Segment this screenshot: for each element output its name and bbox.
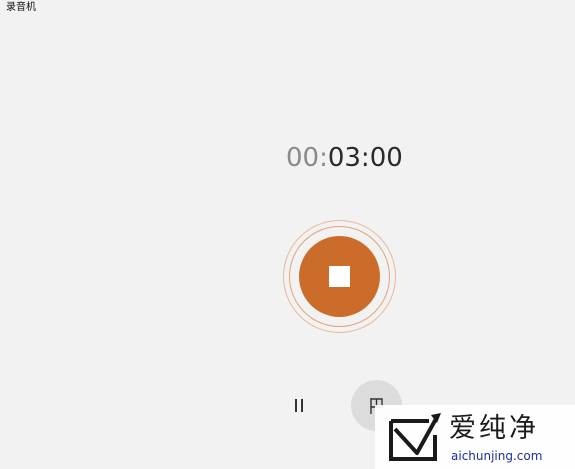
watermark: 爱纯净 aichunjing.com bbox=[375, 405, 575, 469]
stop-icon bbox=[329, 266, 350, 287]
timer-hours: 00: bbox=[286, 143, 328, 173]
title-bar[interactable]: 录音机 bbox=[0, 0, 575, 20]
timer-minutes-seconds: 03:00 bbox=[327, 143, 403, 173]
app-title: 录音机 bbox=[6, 2, 36, 13]
stop-recording-button[interactable] bbox=[299, 236, 380, 317]
recording-timer: 00:03:00 bbox=[286, 141, 403, 175]
record-control bbox=[283, 220, 396, 333]
voice-recorder-window: 录音机 00:03:00 爱纯净 aichunjing.com bbox=[0, 0, 575, 469]
watermark-brand-text: 爱纯净 bbox=[449, 413, 539, 444]
pause-button[interactable] bbox=[281, 388, 317, 424]
watermark-url: aichunjing.com bbox=[451, 449, 543, 463]
watermark-logo-icon bbox=[389, 413, 441, 461]
